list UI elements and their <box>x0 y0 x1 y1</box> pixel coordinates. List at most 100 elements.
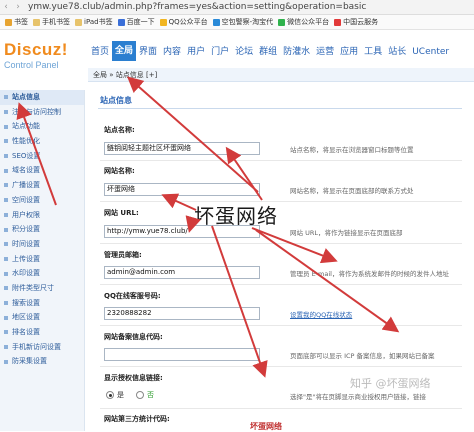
breadcrumb: 全局 » 站点信息 [+] <box>88 68 474 82</box>
tab-apps[interactable]: 应用 <box>337 44 361 61</box>
sidebar-item-site-info[interactable]: 站点信息 <box>0 90 84 105</box>
sidebar-item-register-access[interactable]: 注册与访问控制 <box>0 105 84 120</box>
site-url-desc: 网站 URL，将作为链接显示在页面底部 <box>290 229 403 237</box>
sidebar-item-permissions[interactable]: 用户权限 <box>0 208 84 223</box>
sidebar-item-domain[interactable]: 域名设置 <box>0 163 84 178</box>
tab-operation[interactable]: 运营 <box>313 44 337 61</box>
sidebar-item-space[interactable]: 空间设置 <box>0 193 84 208</box>
tab-antispam[interactable]: 防灌水 <box>280 44 313 61</box>
tab-home[interactable]: 首页 <box>88 44 112 61</box>
web-name-label: 网站名称: <box>104 167 135 175</box>
bookmark-item[interactable]: 百度一下 <box>117 17 155 27</box>
sidebar-item-performance[interactable]: 性能优化 <box>0 134 84 149</box>
web-name-desc: 网站名称，将显示在页面底部的联系方式处 <box>290 187 414 195</box>
section-title: 站点信息 <box>100 96 132 105</box>
bookmark-item[interactable]: 中国云服务 <box>334 17 378 27</box>
row-divider <box>100 201 462 202</box>
sidebar-item-credits[interactable]: 积分设置 <box>0 222 84 237</box>
tab-global[interactable]: 全局 <box>112 41 137 61</box>
site-name-input[interactable]: 鲢钥阅轻主题社区坏蛋网络 <box>104 142 260 155</box>
tab-interface[interactable]: 界面 <box>136 44 160 61</box>
radio-no-label: 否 <box>147 391 154 399</box>
bullet-icon <box>4 110 8 115</box>
tab-tools[interactable]: 工具 <box>361 44 385 61</box>
icp-label: 网站备案信息代码: <box>104 333 163 341</box>
bullet-icon <box>4 359 8 364</box>
folder-icon <box>75 18 82 26</box>
bullet-icon <box>4 242 8 247</box>
tab-ucenter[interactable]: UCenter <box>409 44 452 61</box>
web-name-input[interactable]: 坏蛋网络 <box>104 183 260 196</box>
bookmark-item[interactable]: 微信公众平台 <box>278 17 329 27</box>
icp-desc: 页面底部可以显示 ICP 备案信息，如果网站已备案 <box>290 352 435 360</box>
globe-icon <box>212 18 220 26</box>
qq-status-link[interactable]: 设置我的QQ在线状态 <box>290 309 352 319</box>
sidebar-item-mobile[interactable]: 手机新访问设置 <box>0 340 84 355</box>
sidebar-item-ranking[interactable]: 排名设置 <box>0 325 84 340</box>
url-field[interactable]: ymw.yue78.club/admin.php?frames=yes&acti… <box>28 2 366 12</box>
license-link-desc: 选择"是"将在页脚显示商业授权用户链接，链接 <box>290 393 426 401</box>
sidebar-item-broadcast[interactable]: 广播设置 <box>0 178 84 193</box>
bullet-icon <box>4 198 8 203</box>
sidebar-item-region[interactable]: 地区设置 <box>0 310 84 325</box>
bullet-icon <box>4 271 8 276</box>
bullet-icon <box>4 139 8 144</box>
bookmark-item[interactable]: iPad书签 <box>75 17 113 27</box>
discuz-logo[interactable]: Discuz! Control Panel <box>4 40 68 70</box>
admin-email-label: 管理员邮箱: <box>104 251 142 259</box>
tab-content[interactable]: 内容 <box>160 44 184 61</box>
bullet-icon <box>4 168 8 173</box>
bullet-icon <box>4 256 8 261</box>
bullet-icon <box>4 227 8 232</box>
main-nav: 首页 全局 界面 内容 用户 门户 论坛 群组 防灌水 运营 应用 工具 站长 … <box>88 41 452 61</box>
tab-portal[interactable]: 门户 <box>208 44 232 61</box>
bookmark-item[interactable]: 手机书签 <box>33 17 70 27</box>
sidebar-item-site-features[interactable]: 站点功能 <box>0 119 84 134</box>
license-radio-group: 是 否 <box>106 390 154 400</box>
tab-group[interactable]: 群组 <box>256 44 280 61</box>
site-name-label: 站点名称: <box>104 126 135 134</box>
site-url-label: 网站 URL: <box>104 209 139 217</box>
sidebar-item-seo[interactable]: SEO设置 <box>0 149 84 164</box>
sidebar-item-watermark[interactable]: 水印设置 <box>0 266 84 281</box>
bookmark-item[interactable]: 书签 <box>5 17 28 27</box>
bookmark-item[interactable]: QQ公众平台 <box>159 17 208 27</box>
admin-email-desc: 管理员 E-mail，将作为系统发邮件的时候的发件人地址 <box>290 270 449 278</box>
admin-email-input[interactable]: admin@admin.com <box>104 266 260 279</box>
folder-icon <box>33 18 40 26</box>
license-link-label: 显示授权信息链接: <box>104 374 163 382</box>
zhihu-watermark: 知乎 @坏蛋网络 <box>350 377 431 390</box>
bookmark-item[interactable]: 空包警察-淘宝代 <box>212 17 273 27</box>
row-divider <box>100 325 462 326</box>
bullet-icon <box>4 124 8 129</box>
watermark-text: 坏蛋网络 <box>194 204 278 228</box>
qq-label: QQ在线客服号码: <box>104 292 161 300</box>
row-divider <box>100 284 462 285</box>
radio-yes[interactable] <box>106 391 114 399</box>
bullet-icon <box>4 315 8 320</box>
bullet-icon <box>4 330 8 335</box>
icp-input[interactable] <box>104 348 260 361</box>
back-arrow-icon[interactable]: ‹ <box>0 2 12 12</box>
bullet-icon <box>4 300 8 305</box>
tab-webmaster[interactable]: 站长 <box>385 44 409 61</box>
radio-no[interactable] <box>136 391 144 399</box>
radio-yes-label: 是 <box>117 391 124 399</box>
cloud-icon <box>334 18 342 26</box>
tab-forum[interactable]: 论坛 <box>232 44 256 61</box>
sidebar-item-upload[interactable]: 上传设置 <box>0 252 84 267</box>
sidebar-item-time[interactable]: 时间设置 <box>0 237 84 252</box>
bullet-icon <box>4 212 8 217</box>
sidebar-item-anti-scrape[interactable]: 防采集设置 <box>0 354 84 369</box>
forward-arrow-icon[interactable]: › <box>12 2 24 12</box>
paw-icon <box>117 18 125 26</box>
qq-input[interactable]: 2320888282 <box>104 307 260 320</box>
sidebar-item-attachment-types[interactable]: 附件类型尺寸 <box>0 281 84 296</box>
logo-subtitle: Control Panel <box>4 60 59 70</box>
tab-users[interactable]: 用户 <box>184 44 208 61</box>
bookmark-star-icon <box>5 18 12 26</box>
address-bar: ‹ › ymw.yue78.club/admin.php?frames=yes&… <box>0 0 474 15</box>
bookmarks-bar: 书签 手机书签 iPad书签 百度一下 QQ公众平台 空包警察-淘宝代 微信公众… <box>0 15 474 30</box>
bullet-icon <box>4 95 8 100</box>
sidebar-item-search[interactable]: 搜索设置 <box>0 296 84 311</box>
